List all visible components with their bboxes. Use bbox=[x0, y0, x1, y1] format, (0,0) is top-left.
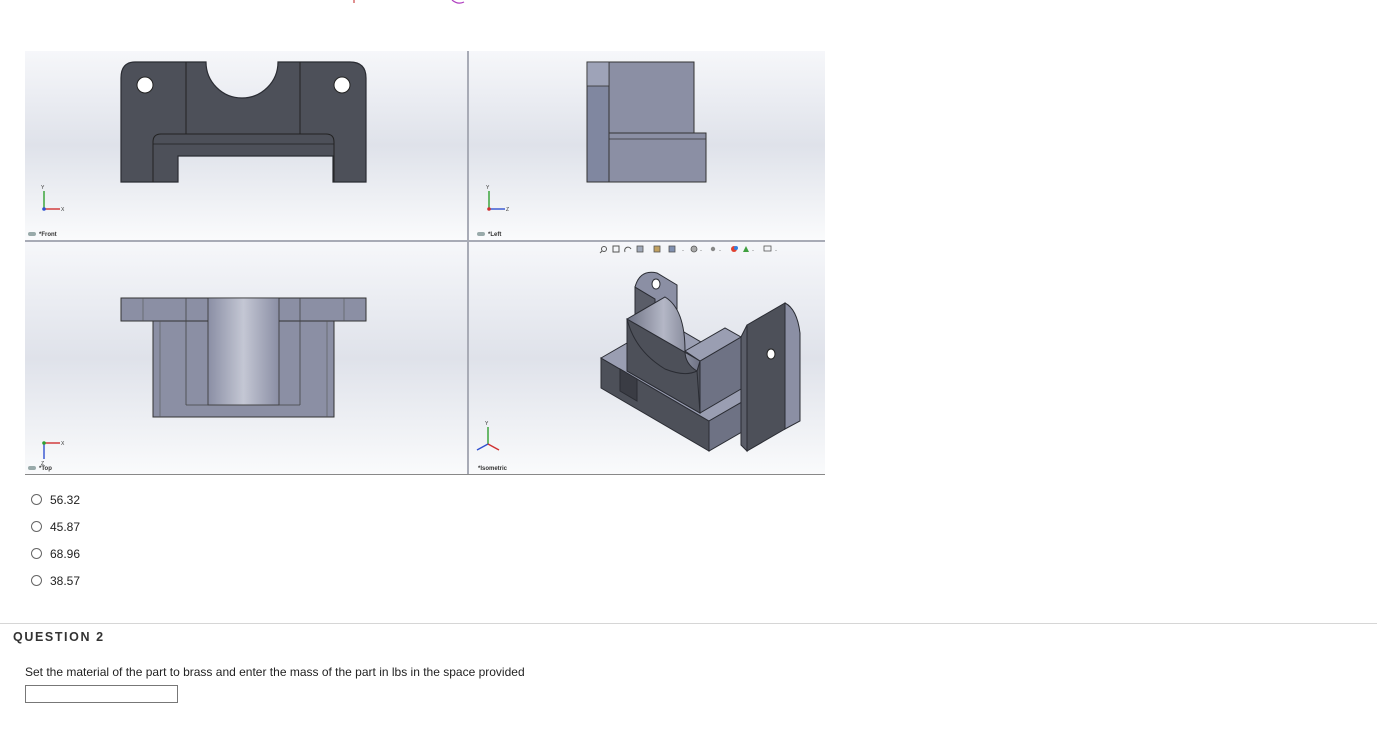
option-label-3: 68.96 bbox=[50, 546, 81, 561]
radio-button-4[interactable] bbox=[31, 575, 42, 586]
svg-text:-: - bbox=[700, 248, 702, 254]
svg-text:-: - bbox=[752, 248, 754, 254]
answer-option-3[interactable]: 68.96 bbox=[31, 540, 80, 567]
question-divider bbox=[0, 623, 1377, 624]
front-view-label: *Front bbox=[39, 232, 57, 238]
top-view-label: *Top bbox=[39, 466, 52, 472]
isometric-view-label: *Isometric bbox=[478, 466, 508, 472]
stray-drawing-marks bbox=[353, 0, 465, 4]
section-view-icon[interactable] bbox=[636, 245, 644, 253]
question-title: QUESTION 2 bbox=[13, 630, 105, 644]
radio-button-2[interactable] bbox=[31, 521, 42, 532]
option-label-2: 45.87 bbox=[50, 519, 81, 534]
option-label-1: 56.32 bbox=[50, 492, 81, 507]
mass-answer-input[interactable] bbox=[25, 685, 178, 703]
left-view-label: *Left bbox=[488, 232, 501, 238]
answer-option-1[interactable]: 56.32 bbox=[31, 486, 80, 513]
view-orientation-icon[interactable] bbox=[653, 245, 661, 253]
left-view bbox=[586, 61, 707, 183]
answer-option-2[interactable]: 45.87 bbox=[31, 513, 80, 540]
radio-button-1[interactable] bbox=[31, 494, 42, 505]
svg-text:-: - bbox=[719, 248, 721, 254]
cad-four-view-figure: YX *Front YZ *Left - - - - - XZ *Top Y *… bbox=[25, 51, 825, 475]
radio-button-3[interactable] bbox=[31, 548, 42, 559]
question-prompt: Set the material of the part to brass an… bbox=[25, 665, 525, 679]
answer-option-4[interactable]: 38.57 bbox=[31, 567, 80, 594]
svg-text:-: - bbox=[775, 248, 777, 254]
top-view bbox=[120, 297, 367, 418]
svg-text:-: - bbox=[682, 248, 684, 254]
option-label-4: 38.57 bbox=[50, 573, 81, 588]
svg-text:Z: Z bbox=[506, 207, 509, 213]
answer-options: 56.32 45.87 68.96 38.57 bbox=[31, 486, 80, 594]
